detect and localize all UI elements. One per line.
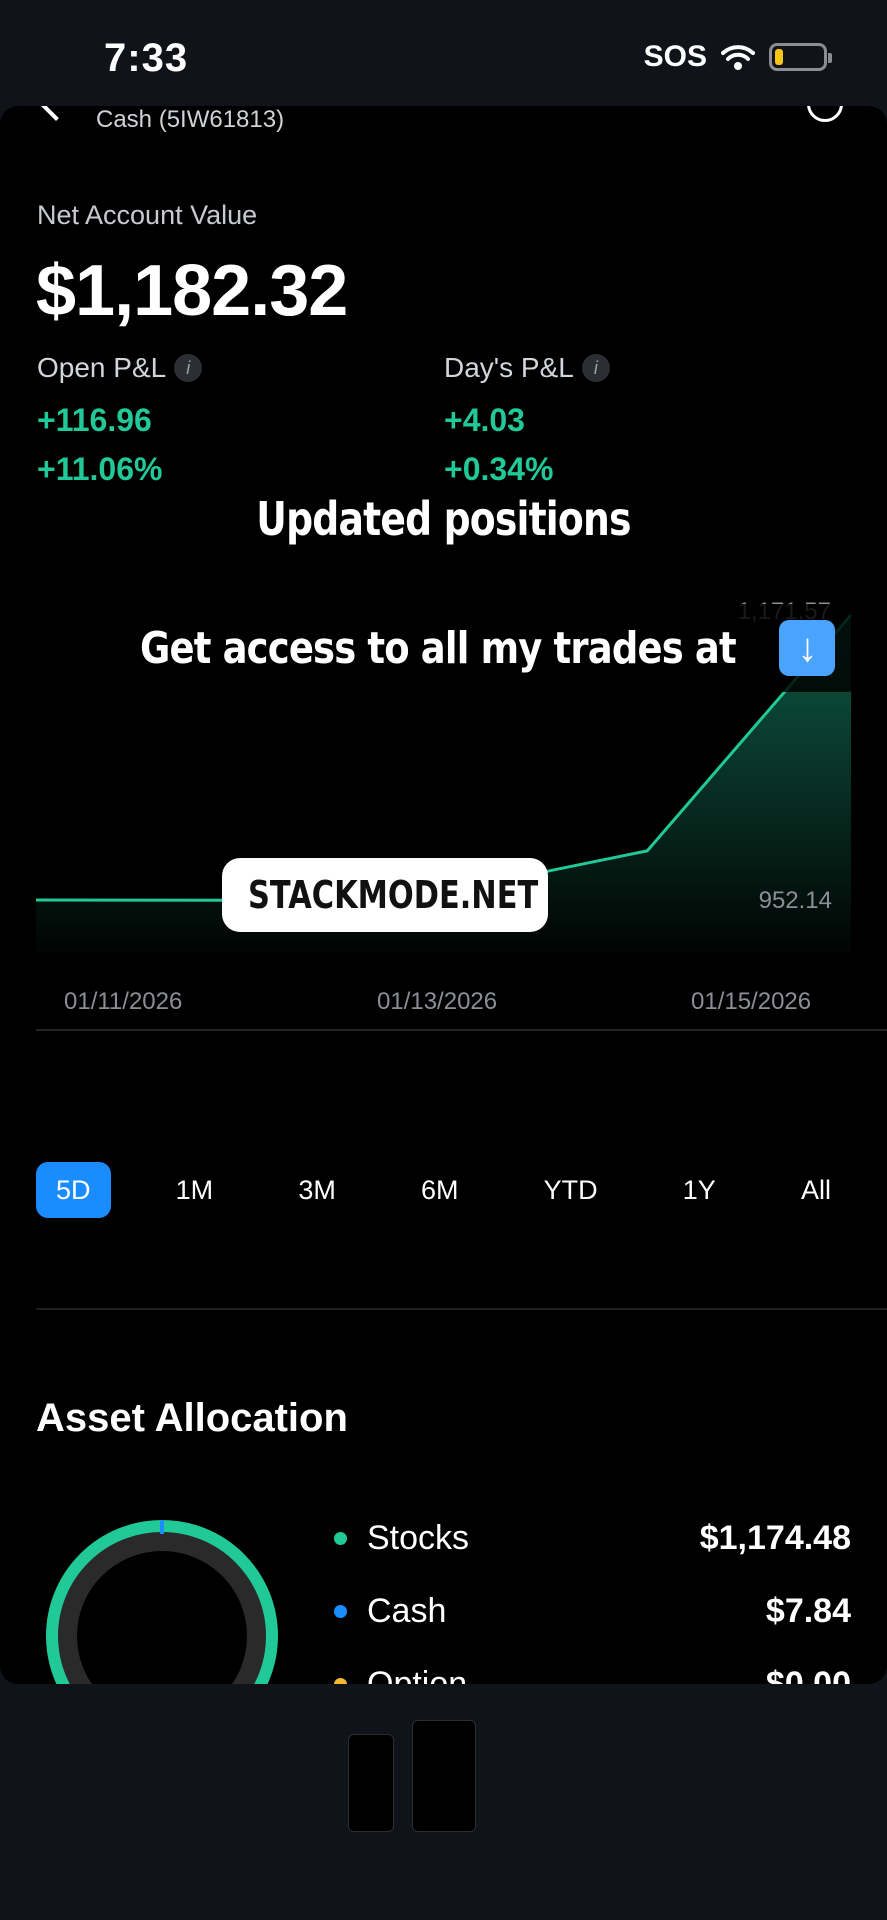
donut-cash-arc bbox=[160, 1520, 164, 1534]
overlay-subtitle-box: Get access to all my trades at ↓ bbox=[118, 604, 858, 692]
range-tabs: 5D 1M 3M 6M YTD 1Y All bbox=[36, 1162, 851, 1218]
story-thumbnail[interactable] bbox=[412, 1720, 476, 1832]
range-tab-all[interactable]: All bbox=[781, 1162, 851, 1218]
stackmode-link[interactable]: STACKMODE.NET bbox=[222, 858, 548, 932]
x-tick-label: 01/11/2026 bbox=[64, 988, 183, 1015]
allocation-name: Cash bbox=[367, 1592, 447, 1630]
x-tick-label: 01/13/2026 bbox=[377, 988, 498, 1015]
divider bbox=[36, 1308, 887, 1310]
range-tab-6m[interactable]: 6M bbox=[401, 1162, 479, 1218]
link-text: STACKMODE.NET bbox=[248, 873, 539, 917]
allocation-value: $1,174.48 bbox=[699, 1519, 851, 1557]
story-thumbnails bbox=[348, 1720, 476, 1832]
allocation-name: Stocks bbox=[367, 1519, 470, 1557]
range-tab-ytd[interactable]: YTD bbox=[524, 1162, 618, 1218]
allocation-row: Option $0.00 bbox=[334, 1648, 851, 1684]
legend-dot bbox=[334, 1605, 347, 1618]
legend-dot bbox=[334, 1678, 347, 1684]
overlay-subtitle: Get access to all my trades at bbox=[140, 622, 737, 674]
range-tab-5d[interactable]: 5D bbox=[36, 1162, 111, 1218]
y-min-label: 952.14 bbox=[758, 887, 832, 914]
range-tab-3m[interactable]: 3M bbox=[278, 1162, 356, 1218]
allocation-name: Option bbox=[367, 1665, 468, 1684]
range-tab-1y[interactable]: 1Y bbox=[663, 1162, 736, 1218]
allocation-row: Cash $7.84 bbox=[334, 1575, 851, 1648]
allocation-donut bbox=[46, 1520, 278, 1684]
allocation-list: Stocks$1,174.48Cash$7.84Option$0.00Other… bbox=[334, 1502, 851, 1684]
allocation-value: $0.00 bbox=[765, 1665, 851, 1684]
x-tick-label: 01/15/2026 bbox=[691, 988, 812, 1015]
allocation-row: Stocks $1,174.48 bbox=[334, 1502, 851, 1575]
chart-divider bbox=[36, 1029, 887, 1031]
allocation-title: Asset Allocation bbox=[36, 1396, 348, 1440]
range-tab-1m[interactable]: 1M bbox=[156, 1162, 234, 1218]
legend-dot bbox=[334, 1532, 347, 1545]
arrow-down-icon: ↓ bbox=[779, 620, 836, 676]
overlay-title: Updated positions bbox=[256, 492, 631, 546]
story-thumbnail[interactable] bbox=[348, 1734, 394, 1832]
allocation-value: $7.84 bbox=[765, 1592, 851, 1630]
